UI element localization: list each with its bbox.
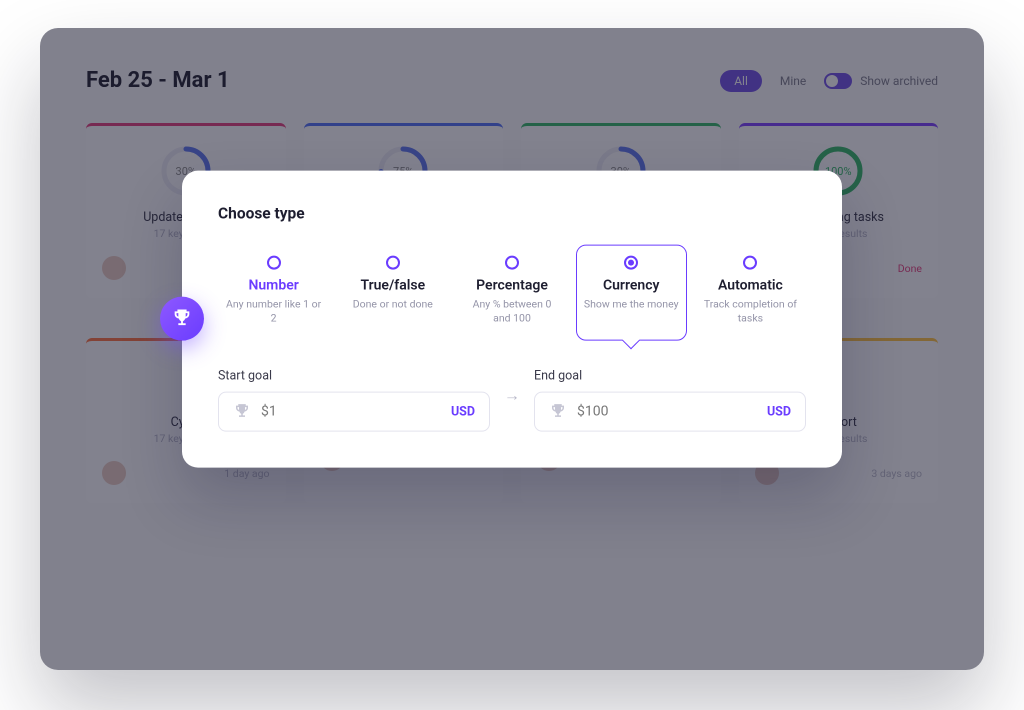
start-goal-input[interactable]	[261, 404, 441, 420]
trophy-icon	[171, 308, 193, 330]
type-option-hint: Show me the money	[583, 298, 680, 312]
arrow-right-icon: →	[504, 385, 520, 405]
type-option-percentage[interactable]: Percentage Any % between 0 and 100	[456, 245, 567, 341]
type-option-label: Number	[225, 278, 322, 294]
type-option-label: Percentage	[463, 278, 560, 294]
end-goal-input[interactable]	[577, 404, 757, 420]
type-option-automatic[interactable]: Automatic Track completion of tasks	[695, 245, 806, 341]
type-option-currency[interactable]: Currency Show me the money	[576, 245, 687, 341]
start-goal-input-wrap[interactable]: USD	[218, 392, 490, 432]
radio-icon	[624, 256, 638, 270]
type-option-number[interactable]: Number Any number like 1 or 2	[218, 245, 329, 341]
modal-title: Choose type	[218, 205, 806, 223]
type-option-label: Currency	[583, 278, 680, 294]
radio-icon	[267, 256, 281, 270]
start-goal-label: Start goal	[218, 369, 490, 384]
radio-icon	[743, 256, 757, 270]
start-goal-unit: USD	[451, 404, 475, 419]
type-option-hint: Track completion of tasks	[702, 298, 799, 326]
type-option-label: Automatic	[702, 278, 799, 294]
type-option-label: True/false	[344, 278, 441, 294]
end-goal-label: End goal	[534, 369, 806, 384]
trophy-icon	[549, 403, 567, 421]
type-option-hint: Any % between 0 and 100	[463, 298, 560, 326]
type-option-truefalse[interactable]: True/false Done or not done	[337, 245, 448, 341]
modal-trophy-badge	[160, 297, 204, 341]
end-goal-unit: USD	[767, 404, 791, 419]
choose-type-modal: Choose type Number Any number like 1 or …	[182, 171, 842, 468]
type-option-hint: Any number like 1 or 2	[225, 298, 322, 326]
radio-icon	[386, 256, 400, 270]
end-goal-input-wrap[interactable]: USD	[534, 392, 806, 432]
trophy-icon	[233, 403, 251, 421]
radio-icon	[505, 256, 519, 270]
type-options-row: Number Any number like 1 or 2 True/false…	[218, 245, 806, 341]
type-option-hint: Done or not done	[344, 298, 441, 312]
